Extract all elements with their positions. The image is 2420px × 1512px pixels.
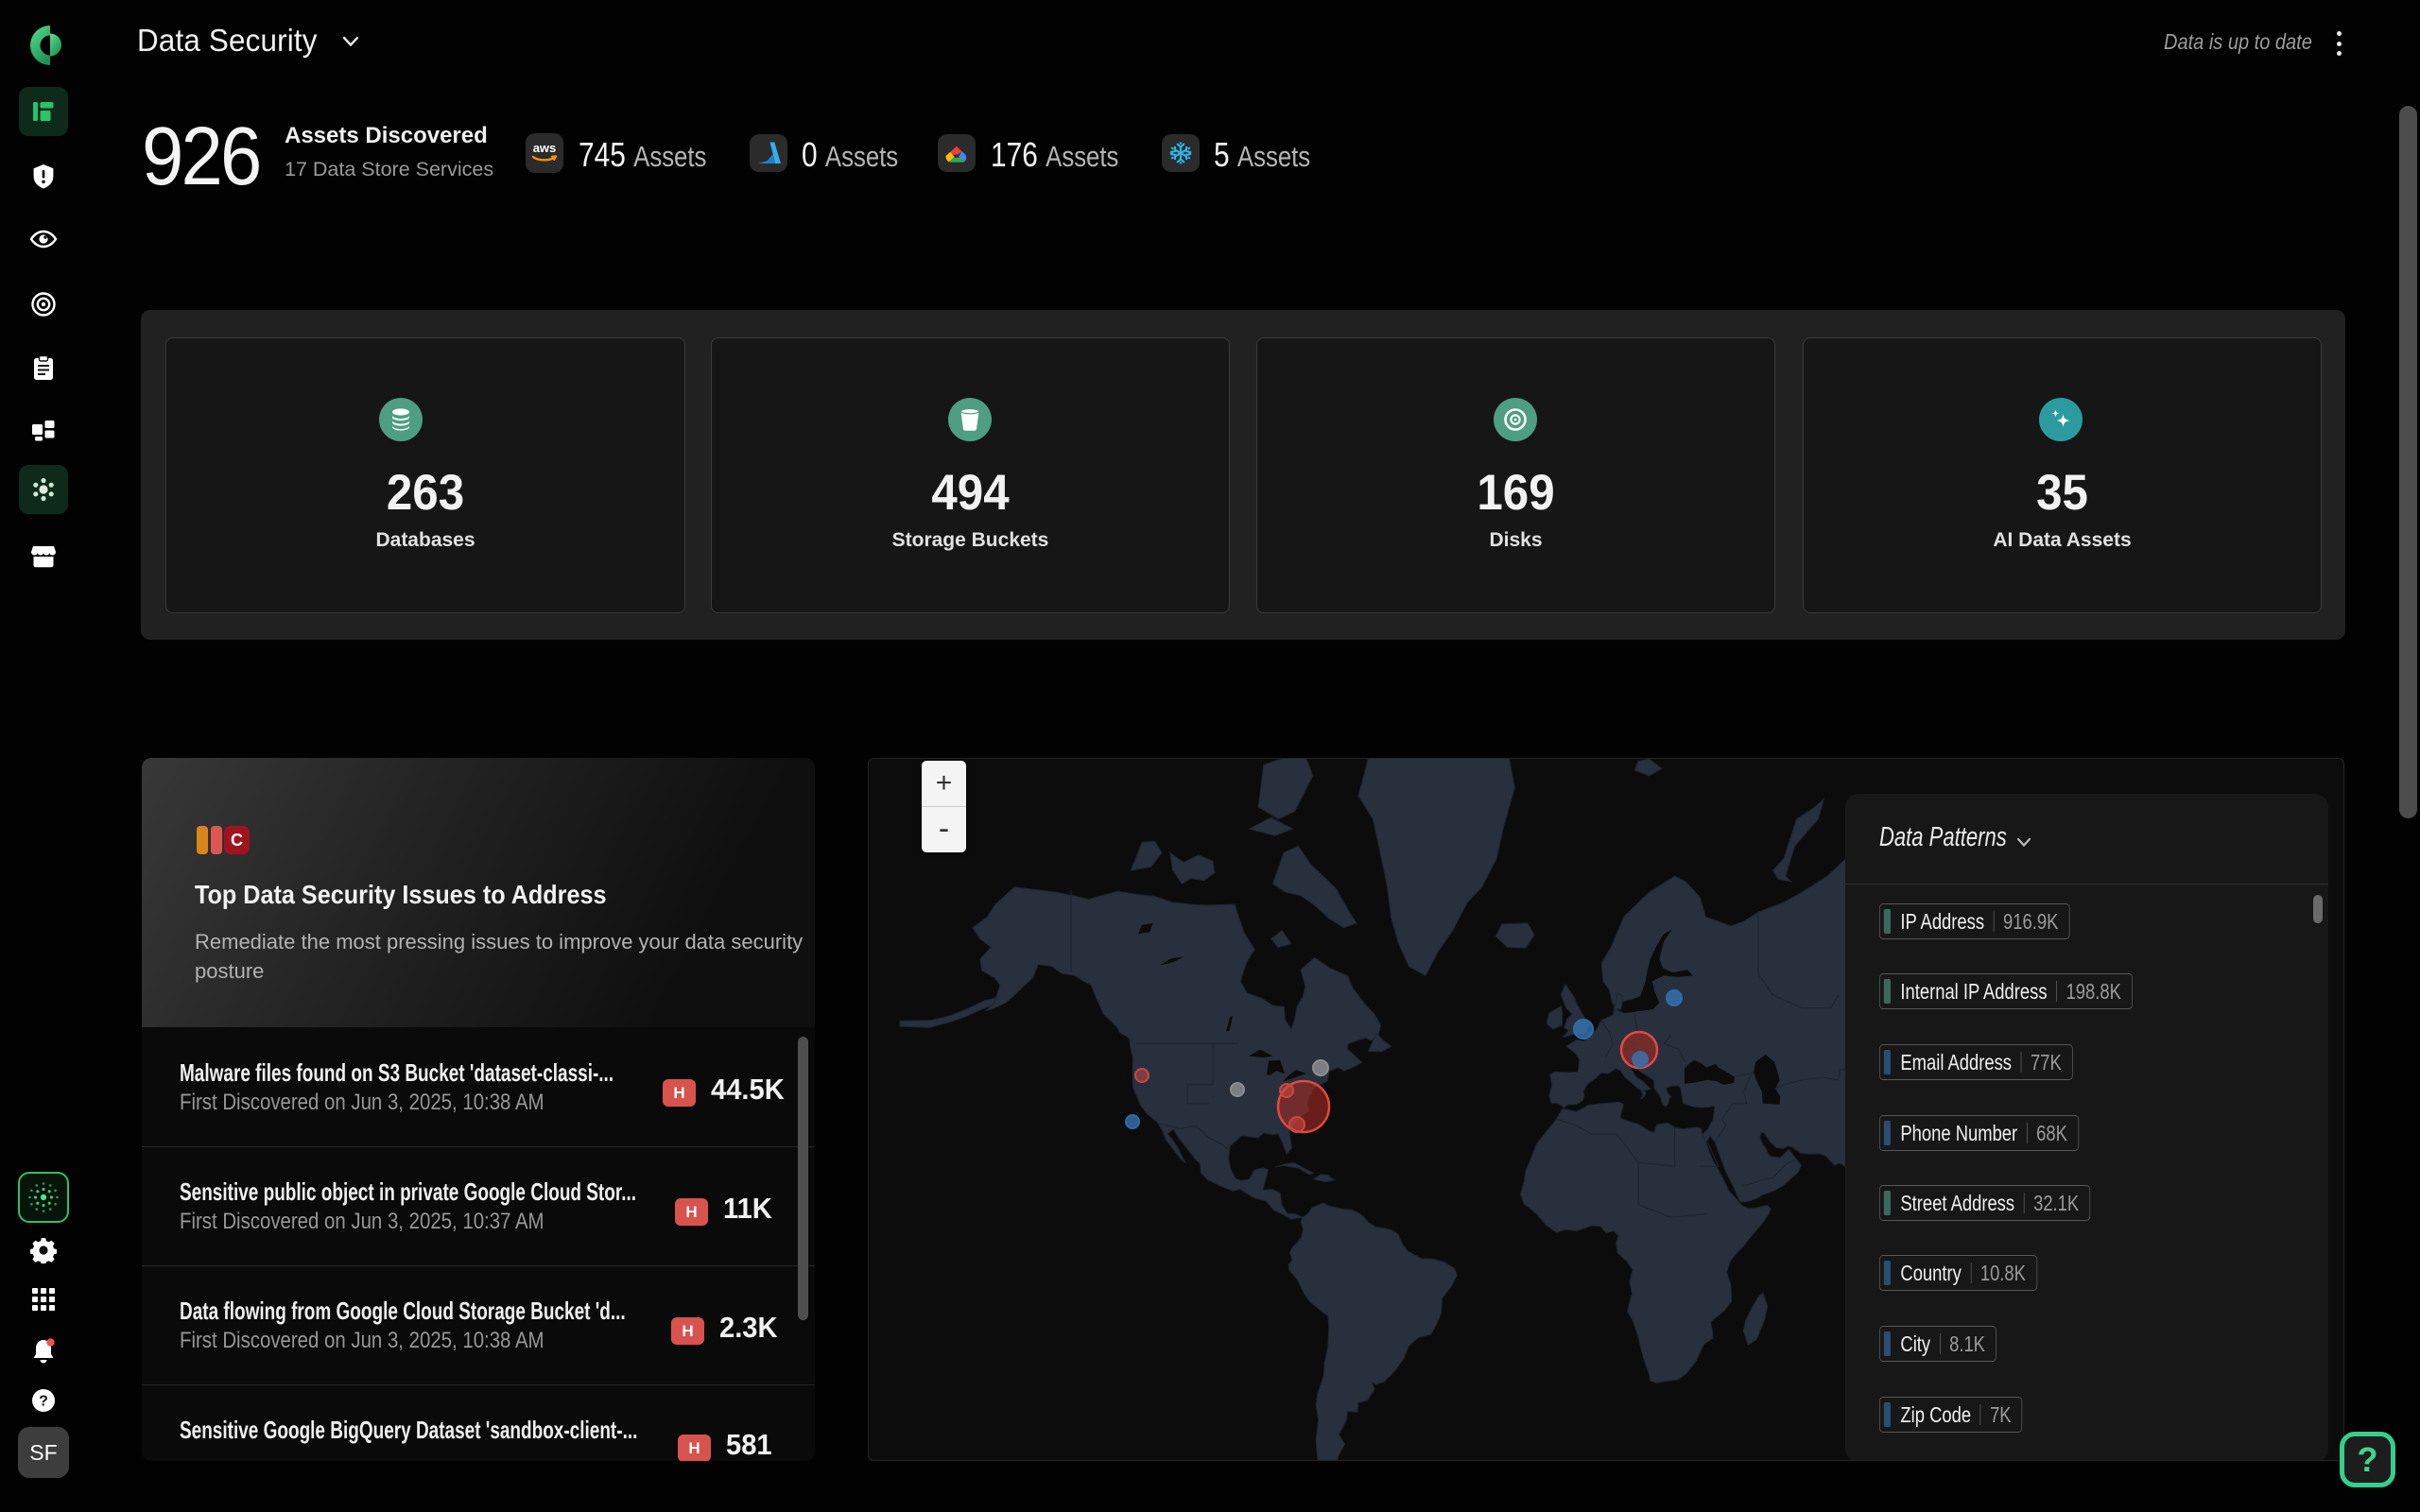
svg-text:aws: aws (533, 141, 557, 155)
svg-text:?: ? (39, 1394, 48, 1410)
